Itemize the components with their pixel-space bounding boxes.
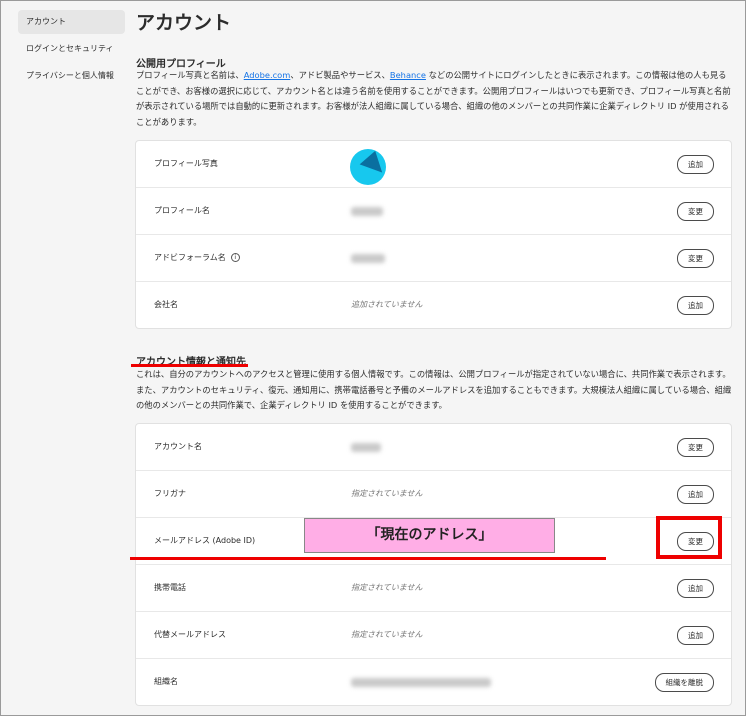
change-forum-name-button[interactable]: 変更 (677, 249, 714, 268)
row-label: 代替メールアドレス (154, 630, 226, 639)
forum-name-row: アドビフォーラム名 i 変更 (136, 235, 731, 282)
behance-link[interactable]: Behance (390, 70, 426, 80)
adobe-link[interactable]: Adobe.com (244, 70, 291, 80)
public-profile-description: プロフィール写真と名前は、Adobe.com、アドビ製品やサービス、Behanc… (136, 68, 732, 130)
blurred-value (351, 207, 383, 216)
page-title: アカウント (136, 12, 232, 34)
row-label: 会社名 (154, 300, 178, 309)
blurred-value (351, 443, 381, 452)
row-value: 指定されていません (351, 489, 423, 498)
annotation-underline (130, 557, 606, 560)
company-name-row: 会社名 追加されていません 追加 (136, 282, 731, 328)
account-info-card: アカウント名 変更 フリガナ 指定されていません 追加 メールアドレス (Adobe … (135, 423, 732, 706)
row-label: アドビフォーラム名 i (154, 235, 240, 281)
change-profile-name-button[interactable]: 変更 (677, 202, 714, 221)
sidebar: アカウント ログインとセキュリティ プライバシーと個人情報 (0, 0, 128, 716)
row-value: 追加されていません (351, 300, 423, 309)
row-label: 携帯電話 (154, 583, 186, 592)
sidebar-item-account[interactable]: アカウント (18, 10, 125, 34)
sidebar-item-login-security[interactable]: ログインとセキュリティ (18, 37, 125, 61)
profile-photo-row: プロフィール写真 追加 (136, 141, 731, 188)
row-label: プロフィール名 (154, 206, 210, 215)
blurred-value (351, 254, 385, 263)
sidebar-item-privacy[interactable]: プライバシーと個人情報 (18, 64, 125, 88)
annotation-highlight-box (656, 516, 722, 559)
blurred-value (351, 678, 491, 687)
organization-row: 組織名 組織を離脱 (136, 659, 731, 705)
public-profile-card: プロフィール写真 追加 プロフィール名 変更 アドビフォーラム名 i 変更 会社名 追加さ… (135, 140, 732, 329)
add-alt-email-button[interactable]: 追加 (677, 626, 714, 645)
add-furigana-button[interactable]: 追加 (677, 485, 714, 504)
row-label: アカウント名 (154, 442, 202, 451)
row-value: 指定されていません (351, 630, 423, 639)
profile-name-row: プロフィール名 変更 (136, 188, 731, 235)
row-label: 組織名 (154, 677, 178, 686)
row-label-text: アドビフォーラム名 (154, 253, 226, 262)
info-icon[interactable]: i (230, 253, 240, 262)
furigana-row: フリガナ 指定されていません 追加 (136, 471, 731, 518)
annotation-label: 「現在のアドレス」 (304, 518, 555, 553)
add-company-button[interactable]: 追加 (677, 296, 714, 315)
change-account-name-button[interactable]: 変更 (677, 438, 714, 457)
add-mobile-button[interactable]: 追加 (677, 579, 714, 598)
desc-text: 、アドビ製品やサービス、 (290, 70, 390, 80)
account-info-description: これは、自分のアカウントへのアクセスと管理に使用する個人情報です。この情報は、公… (136, 369, 732, 410)
avatar (350, 149, 386, 185)
leave-organization-button[interactable]: 組織を離脱 (654, 673, 714, 692)
row-label: フリガナ (154, 489, 186, 498)
add-photo-button[interactable]: 追加 (677, 155, 714, 174)
alt-email-row: 代替メールアドレス 指定されていません 追加 (136, 612, 731, 659)
mobile-row: 携帯電話 指定されていません 追加 (136, 565, 731, 612)
row-value: 指定されていません (351, 583, 423, 592)
account-name-row: アカウント名 変更 (136, 424, 731, 471)
desc-text: プロフィール写真と名前は、 (136, 70, 244, 80)
row-label: プロフィール写真 (154, 159, 218, 168)
